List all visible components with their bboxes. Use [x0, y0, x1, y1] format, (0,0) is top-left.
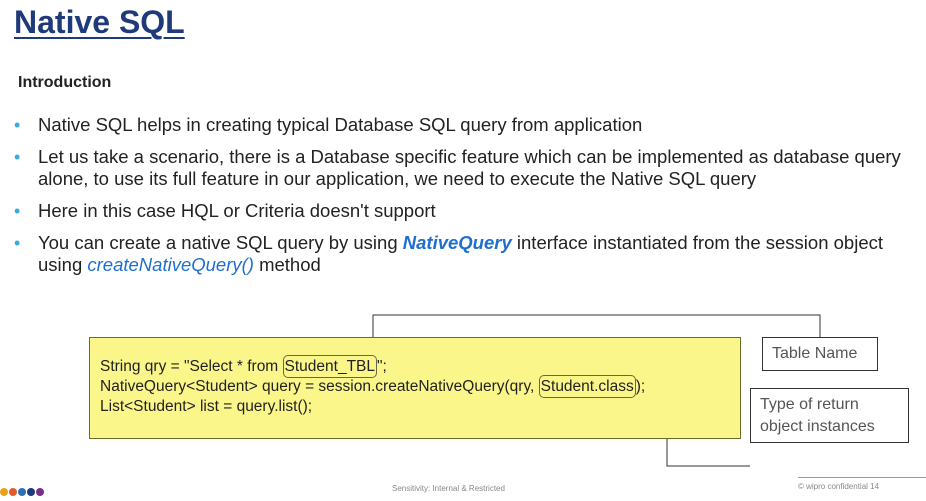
footer-brand: © wipro confidential 14	[798, 482, 880, 491]
wipro-logo-dots	[0, 483, 45, 501]
logo-dot	[36, 488, 44, 496]
logo-dot	[0, 488, 8, 496]
code-line-3: List<Student> list = query.list();	[100, 398, 313, 415]
code-text: NativeQuery<Student> query = session.cre…	[100, 378, 539, 395]
code-text: String qry = "Select * from	[100, 358, 283, 375]
footer-divider	[798, 477, 926, 478]
code-line-2: NativeQuery<Student> query = session.cre…	[100, 375, 646, 398]
logo-dot	[9, 488, 17, 496]
code-text: ";	[377, 358, 387, 375]
code-block: String qry = "Select * from Student_TBL "…	[100, 355, 646, 417]
table-name-callout: Table Name	[762, 337, 878, 371]
table-name-highlight: Student_TBL	[282, 355, 378, 378]
code-line-1: String qry = "Select * from Student_TBL "…	[100, 355, 645, 378]
code-text: );	[635, 378, 646, 395]
logo-dot	[27, 488, 35, 496]
class-highlight: Student.class	[538, 375, 636, 398]
code-snippet-box: String qry = "Select * from Student_TBL "…	[89, 337, 741, 439]
logo-dot	[18, 488, 26, 496]
return-type-callout: Type of return object instances	[750, 388, 909, 443]
